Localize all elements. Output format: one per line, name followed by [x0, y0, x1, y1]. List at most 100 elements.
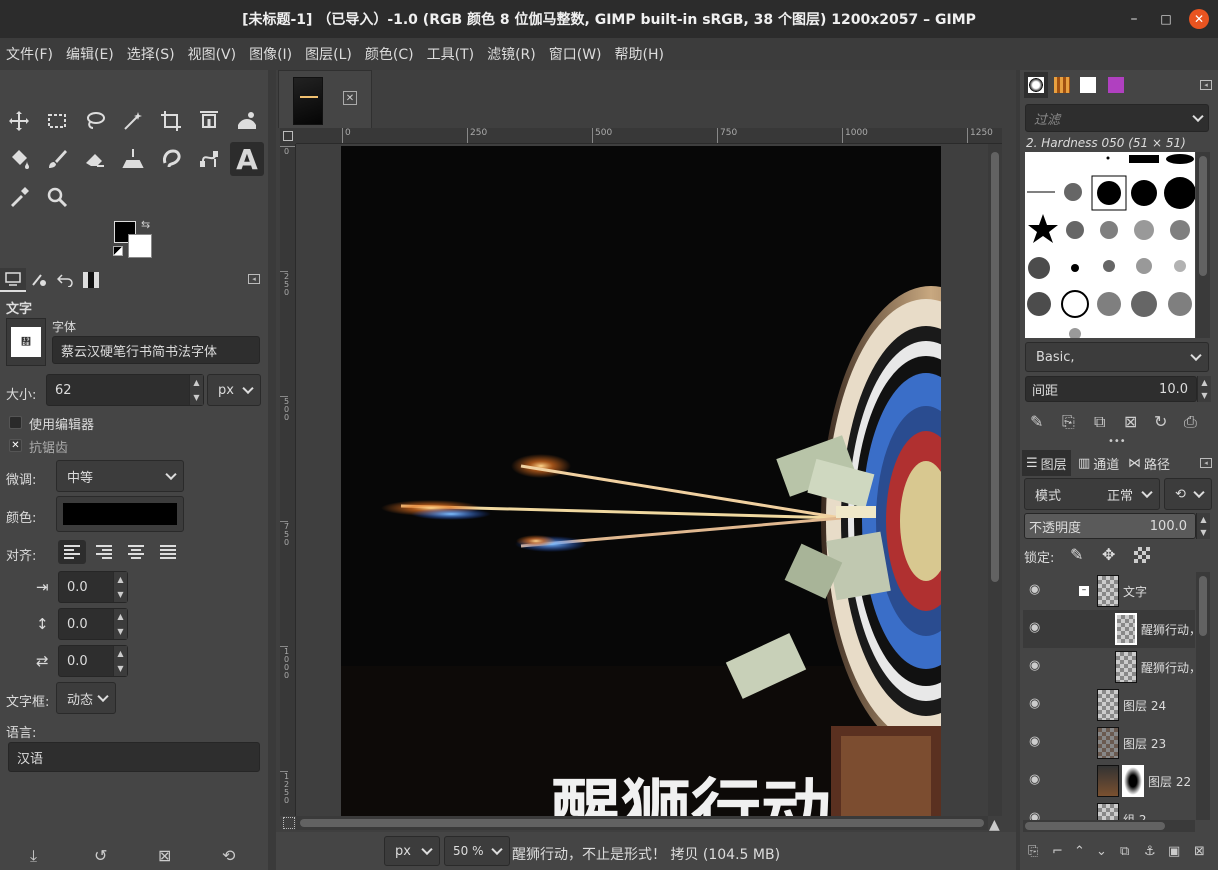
path-icon[interactable]: [192, 142, 226, 176]
paintbrush-icon[interactable]: [40, 142, 74, 176]
lock-pixels-icon[interactable]: ✎: [1070, 545, 1083, 564]
lock-alpha-icon[interactable]: [1134, 547, 1150, 563]
move-icon[interactable]: [2, 104, 36, 138]
layer-row[interactable]: ◉ – 文字: [1023, 572, 1195, 610]
size-field[interactable]: 62 ▲ ▼: [46, 374, 204, 406]
tab-patterns[interactable]: [1050, 72, 1074, 98]
smudge-icon[interactable]: [154, 142, 188, 176]
warp-icon[interactable]: [230, 104, 264, 138]
color-picker-icon[interactable]: [2, 180, 36, 214]
eye-icon[interactable]: ◉: [1029, 696, 1045, 712]
menu-edit[interactable]: 编辑(E): [66, 44, 114, 64]
brush-preset-combo[interactable]: Basic,: [1025, 342, 1209, 372]
menu-tools[interactable]: 工具(T): [427, 44, 474, 64]
vertical-ruler[interactable]: 0 250 500 750 1000 1250: [280, 144, 296, 816]
tab-undo-history[interactable]: [52, 268, 78, 292]
text-color-button[interactable]: [56, 496, 184, 532]
pane-grip-icon[interactable]: •••: [1108, 436, 1126, 447]
image-tab[interactable]: ✕: [278, 70, 372, 128]
menu-layer[interactable]: 图层(L): [305, 44, 352, 64]
indent-stepper[interactable]: ▲ ▼: [113, 572, 127, 602]
lower-layer-icon[interactable]: ⌄: [1096, 844, 1107, 859]
brush-scrollbar[interactable]: [1196, 152, 1210, 338]
delete-brush-icon[interactable]: ⊠: [1124, 412, 1137, 431]
menu-select[interactable]: 选择(S): [127, 44, 175, 64]
menu-file[interactable]: 文件(F): [6, 44, 53, 64]
close-tab-icon[interactable]: ✕: [343, 91, 357, 105]
font-preview-button[interactable]: ᧛: [6, 318, 46, 366]
composite-mode-combo[interactable]: ⟲: [1164, 478, 1212, 510]
anchor-layer-icon[interactable]: ⚓: [1144, 844, 1156, 859]
reset-colors-icon[interactable]: [113, 246, 123, 256]
opacity-field[interactable]: 不透明度 100.0: [1024, 513, 1196, 539]
eye-icon[interactable]: ◉: [1029, 810, 1045, 820]
horizontal-scrollbar[interactable]: [296, 816, 988, 830]
eraser-icon[interactable]: [78, 142, 112, 176]
text-icon[interactable]: A: [230, 142, 264, 176]
menu-windows[interactable]: 窗口(W): [549, 44, 602, 64]
eye-icon[interactable]: ◉: [1029, 734, 1045, 750]
duplicate-brush-icon[interactable]: ⧉: [1094, 412, 1105, 432]
reset-options-icon[interactable]: ⟲: [222, 846, 235, 865]
edit-brush-icon[interactable]: ✎: [1030, 412, 1043, 431]
brush-filter-input[interactable]: 过滤: [1025, 104, 1209, 132]
lasso-icon[interactable]: [78, 104, 112, 138]
menu-image[interactable]: 图像(I): [249, 44, 292, 64]
layer-mode-combo[interactable]: 模式 正常: [1024, 478, 1160, 510]
duplicate-layer-icon[interactable]: ⧉: [1120, 844, 1129, 859]
layer-row[interactable]: ◉ 醒狮行动，: [1023, 648, 1195, 686]
layer-list[interactable]: ◉ – 文字 ◉ 醒狮行动， ◉ 醒狮行动， ◉ 图层 24 ◉ 图层 23 ◉: [1023, 572, 1195, 820]
box-combo[interactable]: 动态: [56, 682, 116, 714]
spacing-field[interactable]: 间距 10.0: [1025, 376, 1197, 402]
new-group-icon[interactable]: ⌐: [1052, 844, 1063, 859]
menu-filters[interactable]: 滤镜(R): [487, 44, 536, 64]
left-dock-sash[interactable]: [268, 70, 276, 870]
layer-row[interactable]: ◉ 醒狮行动，: [1023, 610, 1195, 648]
transform-icon[interactable]: [192, 104, 226, 138]
bucket-fill-icon[interactable]: [2, 142, 36, 176]
layer-row[interactable]: ◉ 图层 24: [1023, 686, 1195, 724]
tab-device-status[interactable]: [26, 268, 52, 292]
tab-images[interactable]: [78, 268, 104, 292]
minimize-button[interactable]: –: [1124, 9, 1144, 29]
tab-channels[interactable]: ▥ 通道: [1074, 450, 1123, 476]
tab-fonts[interactable]: [1076, 72, 1100, 98]
language-field[interactable]: 汉语: [8, 742, 260, 772]
maximize-button[interactable]: □: [1156, 9, 1176, 29]
tab-tool-options[interactable]: [0, 268, 26, 292]
dock-menu-icon[interactable]: ◂: [1200, 80, 1212, 90]
tab-document-history[interactable]: [1104, 72, 1128, 98]
menu-view[interactable]: 视图(V): [188, 44, 237, 64]
layer-row[interactable]: ◉ 图层 22: [1023, 762, 1195, 800]
zoom-icon[interactable]: [40, 180, 74, 214]
opacity-stepper[interactable]: ▲ ▼: [1196, 513, 1210, 539]
fuzzy-select-icon[interactable]: [116, 104, 150, 138]
layer-row[interactable]: ◉ 组 2: [1023, 800, 1195, 820]
quick-mask-corner[interactable]: [280, 128, 296, 144]
line-spacing-field[interactable]: 0.0 ▲ ▼: [58, 608, 128, 640]
swap-colors-icon[interactable]: ⇆: [141, 218, 150, 231]
clone-icon[interactable]: [116, 142, 150, 176]
raise-layer-icon[interactable]: ⌃: [1074, 844, 1085, 859]
eye-icon[interactable]: ◉: [1029, 620, 1045, 636]
brush-grid[interactable]: [1025, 152, 1195, 338]
menu-colors[interactable]: 颜色(C): [365, 44, 414, 64]
font-field[interactable]: 蔡云汉硬笔行书简书法字体: [52, 336, 260, 364]
size-stepper[interactable]: ▲ ▼: [189, 375, 203, 405]
tab-layers[interactable]: ☰ 图层: [1022, 450, 1071, 476]
zoom-combo[interactable]: 50 %: [444, 836, 510, 866]
vertical-scrollbar[interactable]: [988, 144, 1002, 816]
layer-row[interactable]: ◉ 图层 23: [1023, 724, 1195, 762]
rect-select-icon[interactable]: [40, 104, 74, 138]
canvas-viewport[interactable]: 醒狮行动，: [296, 144, 988, 816]
eye-icon[interactable]: ◉: [1029, 772, 1045, 788]
collapse-icon[interactable]: –: [1079, 586, 1089, 596]
background-color-swatch[interactable]: [128, 234, 152, 258]
mask-layer-icon[interactable]: ▣: [1168, 844, 1180, 859]
new-layer-icon[interactable]: ⎘: [1028, 844, 1038, 859]
tab-brushes[interactable]: [1024, 72, 1048, 98]
horizontal-ruler[interactable]: 0 250 500 750 1000 1250: [296, 128, 1002, 144]
justify-right-button[interactable]: [90, 540, 118, 564]
use-editor-checkbox[interactable]: [9, 416, 22, 429]
lock-position-icon[interactable]: ✥: [1102, 545, 1115, 564]
